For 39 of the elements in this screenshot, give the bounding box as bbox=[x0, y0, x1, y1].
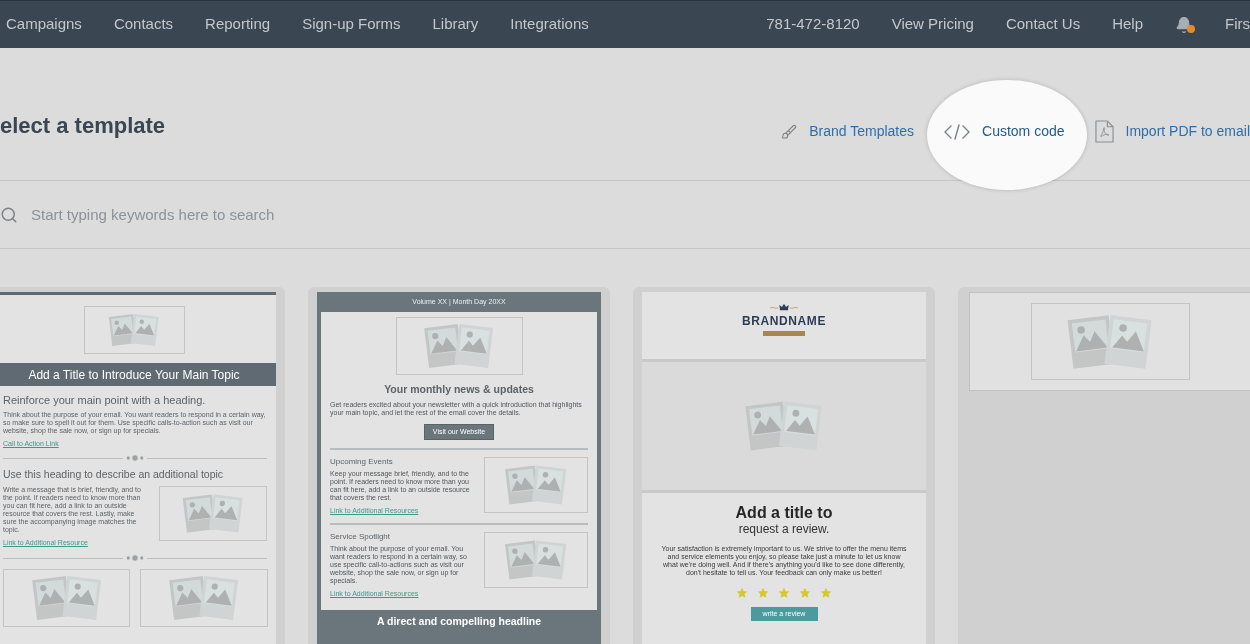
brand-name: BRANDNAME bbox=[741, 314, 827, 328]
import-pdf-link[interactable]: Import PDF to email bbox=[1094, 120, 1250, 143]
star-icon bbox=[799, 587, 811, 599]
nav-link[interactable]: Contacts bbox=[113, 13, 174, 36]
dots-icon bbox=[126, 555, 144, 561]
code-icon bbox=[944, 123, 971, 140]
brush-icon bbox=[781, 123, 798, 140]
review-subtitle: request a review. bbox=[738, 522, 830, 536]
heading-text: Reinforce your main point with a heading. bbox=[3, 393, 207, 407]
nav-link[interactable]: Campaigns bbox=[6, 13, 82, 36]
star-icon bbox=[757, 587, 769, 599]
title-banner: Add a Title to Introduce Your Main Topic bbox=[0, 363, 276, 386]
ribbon-icon bbox=[763, 331, 805, 336]
account-menu[interactable]: Firs bbox=[1225, 13, 1250, 36]
nav-link[interactable]: Help bbox=[1112, 13, 1143, 36]
star-icon bbox=[778, 587, 790, 599]
page-title: elect a template bbox=[0, 112, 166, 140]
newsletter-title: Your monthly news & updates bbox=[383, 382, 535, 396]
nav-link[interactable]: Integrations bbox=[510, 13, 589, 36]
heading-text: Use this heading to describe an additional topic bbox=[3, 468, 225, 481]
brand-templates-link[interactable]: Brand Templates bbox=[781, 121, 915, 142]
pdf-file-icon bbox=[1094, 120, 1114, 143]
headline-text: A direct and compelling headline bbox=[375, 614, 543, 628]
search-icon bbox=[0, 205, 18, 224]
search-field[interactable]: Start typing keywords here to search bbox=[31, 194, 1250, 235]
star-icon bbox=[820, 587, 832, 599]
section-heading: Service Spotlight bbox=[330, 532, 392, 541]
nav-link[interactable]: Sign-up Forms bbox=[302, 13, 401, 36]
review-title: Add a title to bbox=[735, 504, 833, 522]
star-icon bbox=[736, 587, 748, 599]
phone-number-link[interactable]: 781-472-8120 bbox=[766, 13, 860, 36]
nav-link[interactable]: View Pricing bbox=[891, 13, 974, 36]
dots-icon bbox=[126, 455, 144, 461]
nav-link[interactable]: Reporting bbox=[205, 13, 271, 36]
nav-link[interactable]: Contact Us bbox=[1005, 13, 1081, 36]
nav-link[interactable]: Library bbox=[432, 13, 479, 36]
custom-code-link[interactable]: Custom code bbox=[944, 121, 1065, 142]
crown-icon bbox=[769, 303, 799, 311]
section-heading: Upcoming Events bbox=[330, 457, 394, 466]
